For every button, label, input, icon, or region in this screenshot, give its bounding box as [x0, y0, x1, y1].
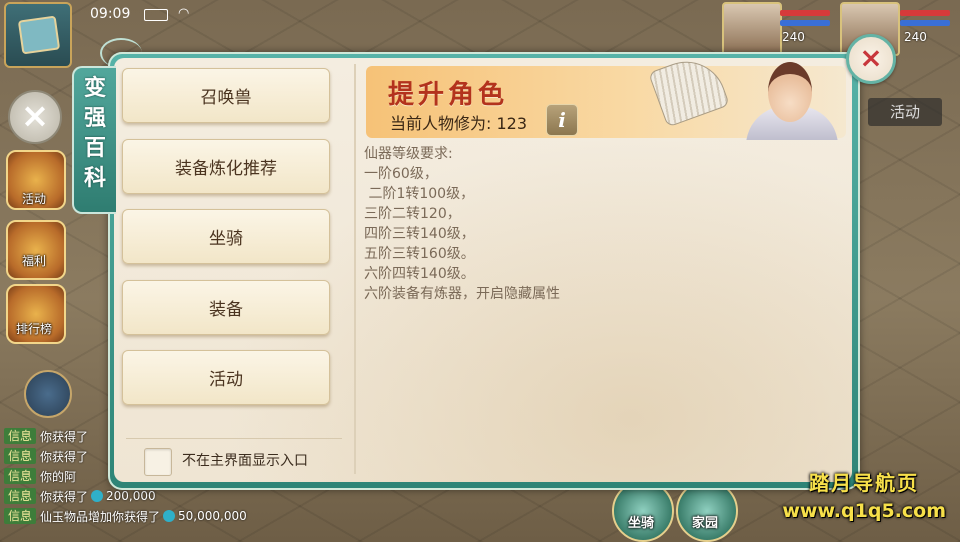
chat-amount: 50,000,000 [178, 509, 247, 523]
description-line: 仙器等级要求: [364, 146, 453, 162]
hp-bar-1 [780, 10, 830, 16]
hud-close-icon[interactable]: × [8, 90, 62, 144]
side-tab-char: 百 [83, 136, 106, 161]
cultivation-stat: 当前人物修为: 123 [390, 110, 527, 134]
chat-message: 你获得了 [40, 489, 89, 504]
watermark-url: www.q1q5.com [782, 500, 946, 522]
description-line: 五阶三转160级。 [364, 246, 475, 262]
cultivation-label: 当前人物修为: [390, 114, 492, 133]
chat-message: 仙玉物品增加你获得了 [40, 509, 161, 524]
wifi-icon: ◠ [178, 6, 190, 21]
chat-tag: 信息 [4, 508, 37, 524]
cultivation-value: 123 [496, 114, 528, 133]
fan-icon [650, 56, 730, 128]
menu-summon-beast[interactable]: 召唤兽 [122, 68, 330, 123]
description-text: 仙器等级要求: 一阶60级， 二阶1转100级， 三阶二转120， 四阶三转14… [364, 144, 844, 304]
party-level-1: 240 [782, 30, 805, 44]
watermark-title: 踏月导航页 [809, 471, 920, 495]
close-button[interactable]: × [846, 34, 896, 84]
side-tab-char: 科 [83, 166, 106, 191]
panel-divider [354, 64, 356, 474]
chat-tag: 信息 [4, 428, 37, 444]
chat-amount: 200,000 [106, 489, 156, 503]
map-button[interactable] [4, 2, 72, 68]
page-title: 提升角色 [388, 80, 509, 110]
menu-equipment-refine[interactable]: 装备炼化推荐 [122, 139, 330, 194]
side-tab-char: 变 [83, 76, 106, 101]
side-tab-title: 变 强 百 科 [72, 66, 116, 214]
close-icon: × [859, 41, 883, 74]
side-tab-char: 强 [83, 106, 106, 131]
clock-time: 09:09 [90, 6, 131, 22]
chat-message: 你获得了 [40, 429, 89, 444]
mount-bottom-label: 坐骑 [627, 516, 654, 531]
mp-bar-1 [780, 20, 830, 26]
party-avatar-1[interactable] [722, 2, 782, 56]
description-line: 一阶60级， [364, 166, 438, 182]
home-bottom-label: 家园 [691, 516, 718, 531]
party-level-2: 240 [904, 30, 927, 44]
menu-equipment[interactable]: 装备 [122, 280, 330, 335]
hud-activity-button[interactable]: 活动 [868, 98, 942, 126]
welfare-side-label: 福利 [21, 254, 46, 268]
chat-tag: 信息 [4, 468, 37, 484]
activity-side-label: 活动 [21, 192, 46, 206]
description-line: 六阶装备有炼器，开启隐藏属性 [364, 286, 560, 302]
coin-icon [91, 490, 104, 502]
chat-row: 信息 仙玉物品增加你获得了 50,000,000 [0, 506, 320, 526]
mp-bar-2 [900, 20, 950, 26]
chat-message: 你的阿 [40, 469, 77, 484]
hp-bar-2 [900, 10, 950, 16]
ranking-side-label: 排行榜 [15, 322, 52, 336]
menu-activity[interactable]: 活动 [122, 350, 330, 405]
portrait-head [768, 62, 812, 122]
chat-bubble-icon[interactable] [24, 370, 72, 418]
battery-icon [144, 9, 168, 21]
chat-tag: 信息 [4, 448, 37, 464]
chat-message: 你获得了 [40, 449, 89, 464]
status-bar: 09:09 ◠ [72, 4, 202, 24]
description-line: 三阶二转120， [364, 206, 461, 222]
welfare-side-icon[interactable] [6, 220, 66, 280]
description-line: 二阶1转100级， [364, 186, 475, 202]
menu-mount[interactable]: 坐骑 [122, 209, 330, 264]
jade-icon [163, 510, 176, 522]
scroll-map-icon [17, 15, 61, 55]
hide-entry-label: 不在主界面显示入口 [182, 453, 308, 469]
description-line: 四阶三转140级， [364, 226, 475, 242]
character-portrait [650, 56, 846, 140]
menu-panel: 召唤兽 装备炼化推荐 坐骑 装备 活动 [114, 58, 354, 482]
footer-divider [126, 438, 342, 439]
chat-tag: 信息 [4, 488, 37, 504]
description-line: 六阶四转140级。 [364, 266, 475, 282]
hide-entry-checkbox[interactable] [144, 448, 172, 476]
info-icon[interactable]: i [546, 104, 578, 136]
site-watermark: 踏月导航页 www.q1q5.com [782, 468, 946, 524]
